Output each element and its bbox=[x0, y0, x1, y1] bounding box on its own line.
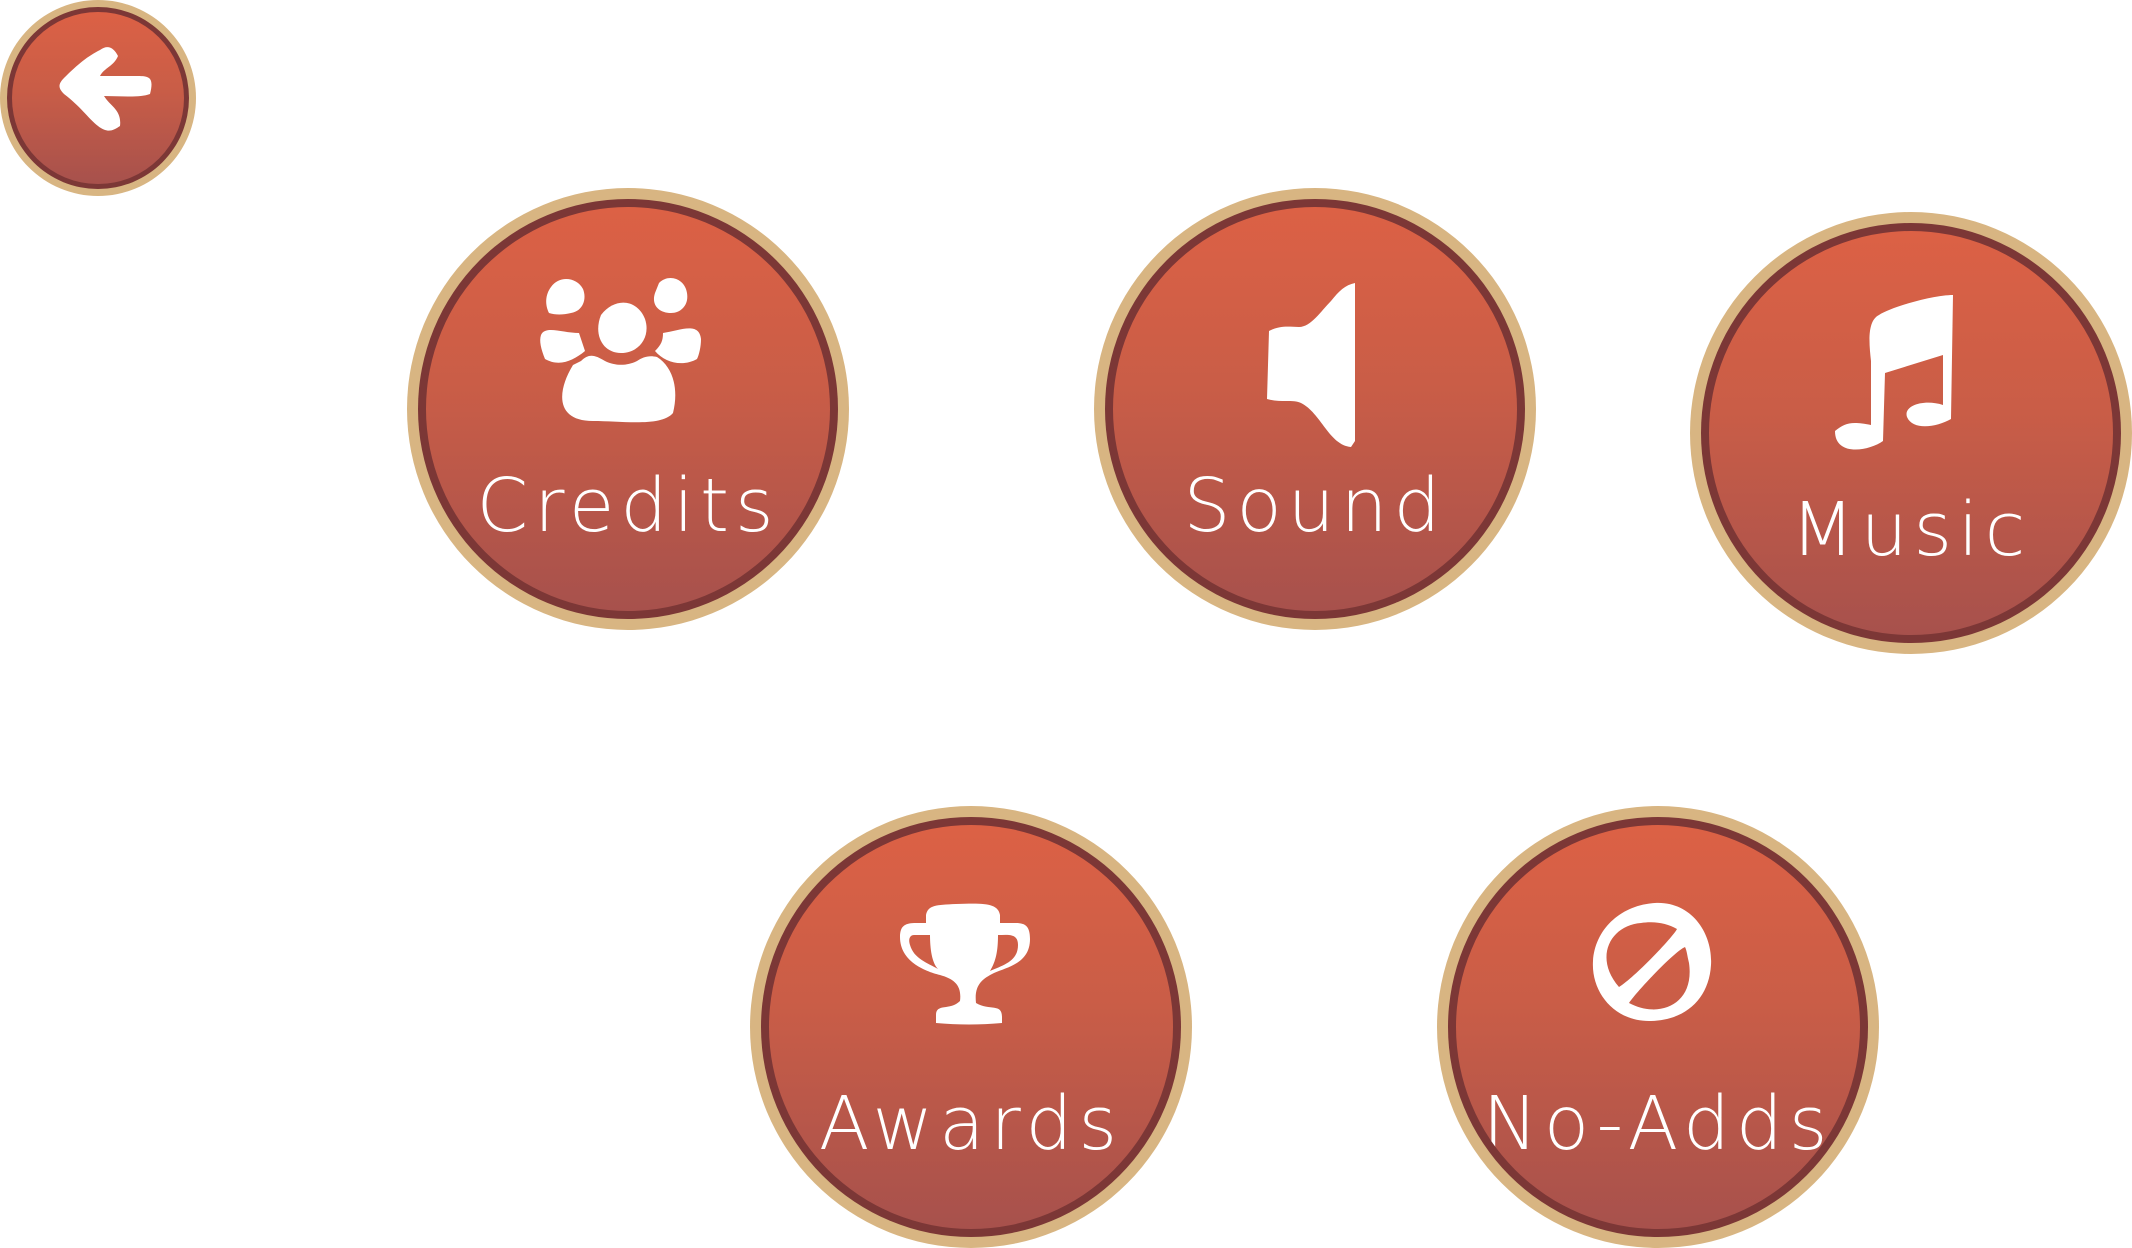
music-button[interactable]: Music bbox=[1690, 212, 2132, 654]
arrow-left-icon bbox=[38, 38, 158, 158]
music-note-icon bbox=[1821, 289, 2001, 469]
sound-label: Sound bbox=[1183, 463, 1447, 549]
awards-button[interactable]: Awards bbox=[750, 806, 1192, 1248]
sound-button-face: Sound bbox=[1113, 207, 1517, 611]
music-label: Music bbox=[1790, 487, 2032, 573]
credits-button[interactable]: Credits bbox=[407, 188, 849, 630]
awards-button-face: Awards bbox=[769, 825, 1173, 1229]
back-button-face bbox=[12, 12, 184, 184]
awards-label: Awards bbox=[818, 1081, 1124, 1167]
credits-label: Credits bbox=[476, 463, 780, 549]
sound-button[interactable]: Sound bbox=[1094, 188, 1536, 630]
people-icon bbox=[533, 275, 723, 445]
no-adds-label: No-Adds bbox=[1482, 1081, 1834, 1167]
credits-button-face: Credits bbox=[426, 207, 830, 611]
speaker-icon bbox=[1255, 281, 1375, 449]
back-button[interactable] bbox=[0, 0, 196, 196]
no-sign-icon bbox=[1563, 899, 1753, 1069]
no-adds-button-face: No-Adds bbox=[1456, 825, 1860, 1229]
music-button-face: Music bbox=[1709, 231, 2113, 635]
trophy-icon bbox=[876, 901, 1066, 1071]
no-adds-button[interactable]: No-Adds bbox=[1437, 806, 1879, 1248]
